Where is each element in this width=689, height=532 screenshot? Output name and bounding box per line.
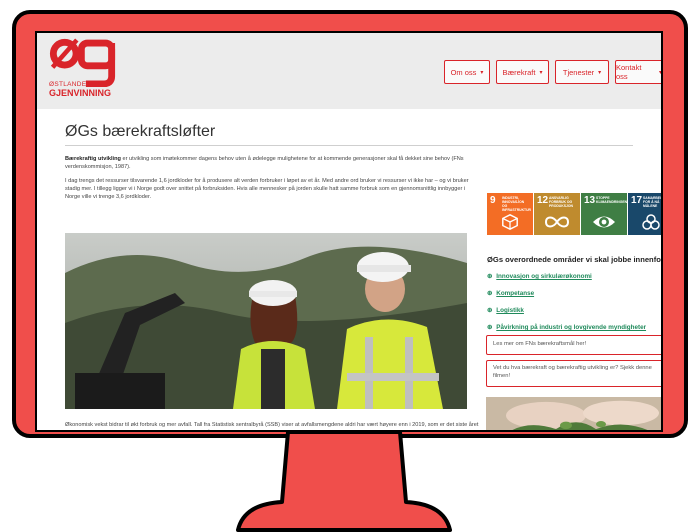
globe-icon: ⊕: [487, 273, 493, 280]
nav-label: Tjenester: [562, 67, 595, 77]
cube-icon: [502, 213, 518, 231]
site-header: ØSTLANDET GJENVINNING Om oss ▾ Bærekraft ▾…: [37, 33, 661, 109]
monitor-stand: [236, 430, 452, 532]
info-box-text: Vet du hva bærekraft og bærekraftig utvi…: [493, 365, 652, 379]
eye-globe-icon: [593, 216, 615, 228]
info-box-fn-goals[interactable]: Les mer om FNs bærekraftsmål her! i: [486, 335, 661, 355]
link-label: Innovasjon og sirkulærøkonomi: [496, 273, 592, 280]
workers-photo: [65, 233, 467, 409]
caret-down-icon: ▾: [658, 69, 662, 76]
sdg-title: STOPPE KLIMAENDRINGENE: [596, 196, 630, 204]
globe-icon: ⊕: [487, 307, 493, 314]
nav-label: Bærekraft: [502, 67, 536, 77]
browser-viewport: ØSTLANDET GJENVINNING Om oss ▾ Bærekraft ▾…: [35, 31, 663, 432]
sdg-tile-12[interactable]: 12 ANSVARLIG FORBRUK OG PRODUKSJON: [534, 193, 580, 235]
nav-label: Om oss: [450, 67, 477, 77]
intro-text: er utvikling som imøtekommer dagens beho…: [65, 156, 464, 170]
globe-icon: ⊕: [487, 290, 493, 297]
link-innovasjon[interactable]: ⊕ Innovasjon og sirkulærøkonomi: [487, 273, 592, 280]
caret-down-icon: ▾: [480, 69, 484, 76]
page-title: ØGs bærekraftsløfter: [65, 123, 216, 140]
sdg-tile-13[interactable]: 13 STOPPE KLIMAENDRINGENE: [581, 193, 630, 235]
sdg-tile-17[interactable]: 17 SAMARBEID FOR Å NÅ MÅLENE: [628, 193, 663, 235]
hands-plant-photo: [486, 397, 661, 430]
sdg-tile-9[interactable]: 9 INDUSTRI, INNOVASJON OG INFRASTRUKTUR: [487, 193, 533, 235]
sdg-title: INDUSTRI, INNOVASJON OG INFRASTRUKTUR: [502, 196, 532, 212]
intro-paragraph: Bærekraftig utvikling er utvikling som i…: [65, 155, 475, 171]
info-box-text: Les mer om FNs bærekraftsmål her!: [493, 341, 587, 347]
nav-om-oss[interactable]: Om oss ▾: [444, 60, 490, 84]
caret-down-icon: ▾: [598, 69, 602, 76]
sdg-number: 9: [490, 195, 496, 206]
og-logo-mark: [49, 38, 116, 87]
caret-down-icon: ▾: [539, 69, 543, 76]
link-label: Påvirkning på industri og lovgivende myn…: [496, 324, 647, 331]
link-kompetanse[interactable]: ⊕ Kompetanse: [487, 290, 534, 297]
intro-bold: Bærekraftig utvikling: [65, 156, 121, 162]
nav-label: Kontakt oss: [616, 63, 642, 81]
link-pavirkning[interactable]: ⊕ Påvirkning på industri og lovgivende my…: [487, 324, 646, 331]
logo-line2: GJENVINNING: [49, 88, 112, 98]
main-content: ØGs bærekraftsløfter Bærekraftig utvikli…: [37, 109, 663, 430]
site-logo[interactable]: ØSTLANDET GJENVINNING: [37, 33, 177, 109]
title-divider: [65, 145, 633, 146]
logo-line1: ØSTLANDET: [49, 81, 91, 88]
paragraph-resources: I dag trengs det ressurser tilsvarende 1…: [65, 178, 469, 200]
sdg-title: SAMARBEID FOR Å NÅ MÅLENE: [643, 196, 663, 208]
nav-tjenester[interactable]: Tjenester ▾: [555, 60, 609, 84]
sdg-number: 12: [537, 195, 549, 206]
globe-icon: ⊕: [487, 324, 493, 331]
infinity-icon: [544, 216, 570, 228]
partnership-ring-icon: [642, 214, 660, 230]
sdg-number: 17: [631, 195, 643, 206]
info-box-film[interactable]: Vet du hva bærekraft og bærekraftig utvi…: [486, 360, 661, 387]
link-label: Kompetanse: [496, 290, 535, 297]
sdg-number: 13: [584, 195, 596, 206]
monitor-frame: ØSTLANDET GJENVINNING Om oss ▾ Bærekraft ▾…: [12, 10, 688, 438]
sdg-title: ANSVARLIG FORBRUK OG PRODUKSJON: [549, 196, 573, 208]
nav-kontakt-oss[interactable]: Kontakt oss ▾: [615, 60, 662, 84]
nav-baerekraft[interactable]: Bærekraft ▾: [496, 60, 549, 84]
link-logistikk[interactable]: ⊕ Logistikk: [487, 307, 524, 314]
aside-heading: ØGs overordnede områder vi skal jobbe in…: [487, 255, 663, 264]
link-label: Logistikk: [496, 307, 524, 314]
